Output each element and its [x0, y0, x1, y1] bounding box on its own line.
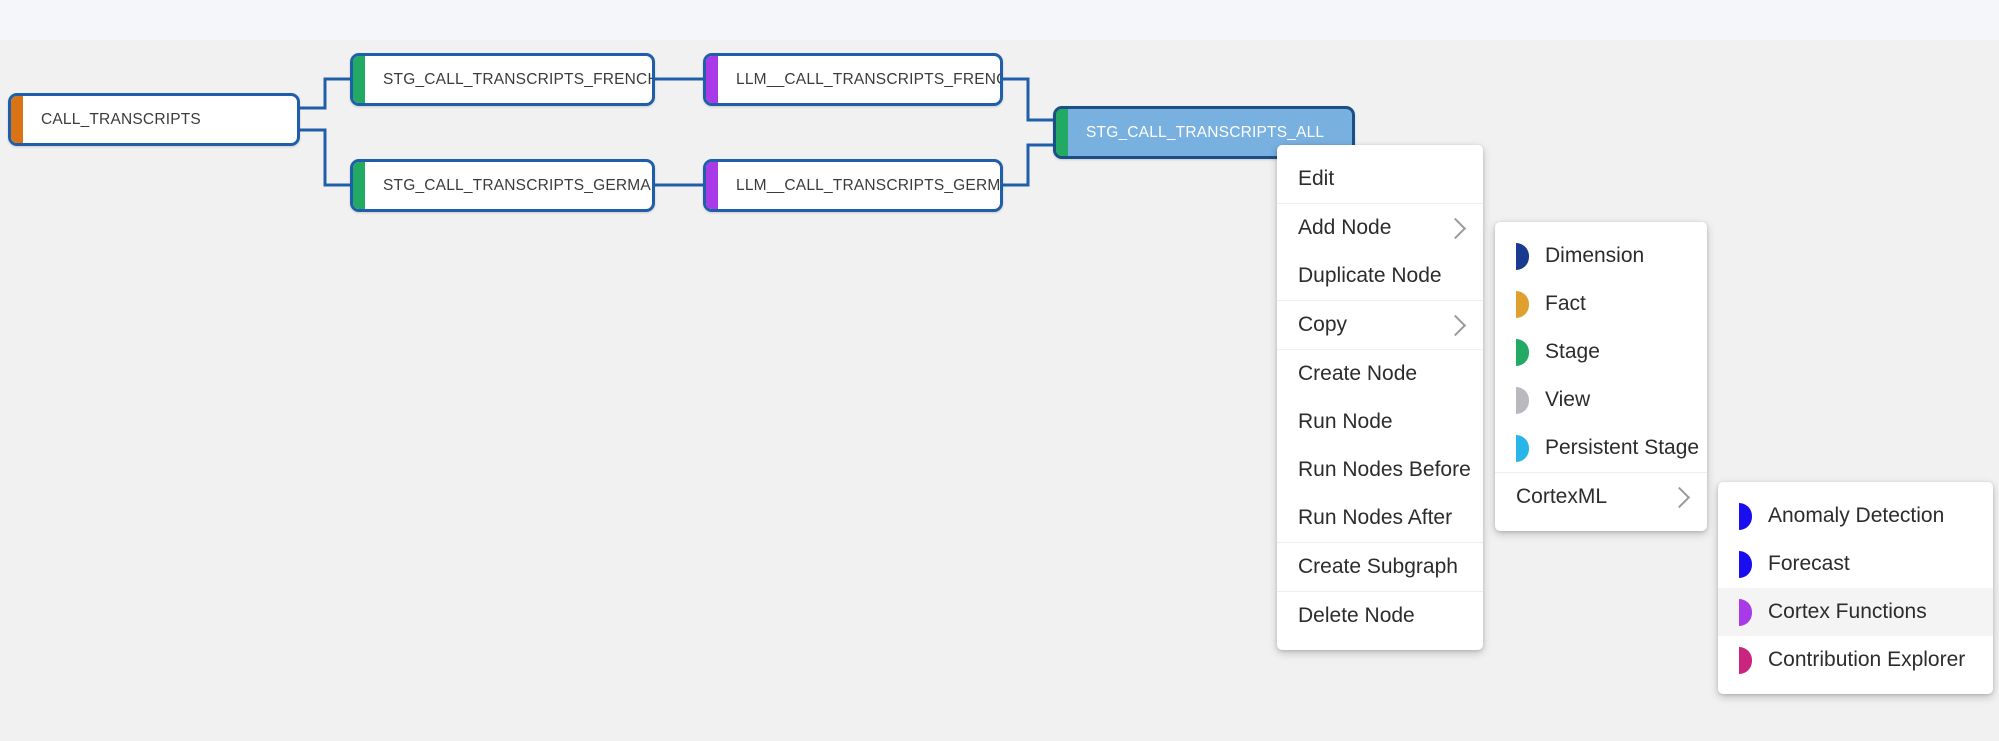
graph-node-llm-call-transcripts-french[interactable]: LLM__CALL_TRANSCRIPTS_FRENCH — [703, 53, 1003, 106]
cortexml-item-cortex-functions[interactable]: Cortex Functions — [1718, 588, 1993, 636]
add-node-item-dimension[interactable]: Dimension — [1495, 232, 1707, 280]
node-label: CALL_TRANSCRIPTS — [11, 111, 215, 129]
menu-item-label: Fact — [1545, 292, 1687, 316]
node-type-swatch-stage — [1516, 339, 1529, 366]
graph-node-call-transcripts[interactable]: CALL_TRANSCRIPTS — [8, 93, 300, 146]
menu-item-label: Create Subgraph — [1298, 555, 1463, 579]
menu-item-label: Add Node — [1298, 216, 1418, 240]
node-type-swatch-anomaly-detection — [1739, 503, 1752, 530]
menu-item-label: Run Nodes After — [1298, 506, 1463, 530]
node-type-accent-stage — [353, 56, 365, 103]
menu-item-label: Stage — [1545, 340, 1687, 364]
menu-item-add-node[interactable]: Add Node — [1277, 204, 1483, 252]
menu-item-label: Run Nodes Before — [1298, 458, 1471, 482]
menu-item-edit[interactable]: Edit — [1277, 155, 1483, 203]
cortexml-submenu[interactable]: Anomaly Detection Forecast Cortex Function… — [1718, 482, 1993, 694]
menu-item-label: Cortex Functions — [1768, 600, 1973, 624]
cortexml-item-forecast[interactable]: Forecast — [1718, 540, 1993, 588]
menu-group: CortexML — [1495, 472, 1707, 521]
node-label: STG_CALL_TRANSCRIPTS_GERMAN — [353, 177, 655, 195]
menu-item-label: Duplicate Node — [1298, 264, 1463, 288]
add-node-item-cortexml[interactable]: CortexML — [1495, 473, 1707, 521]
chevron-right-icon — [1445, 217, 1466, 238]
menu-item-delete-node[interactable]: Delete Node — [1277, 592, 1483, 640]
menu-group: Create Subgraph — [1277, 542, 1483, 591]
add-node-item-view[interactable]: View — [1495, 376, 1707, 424]
menu-item-label: Copy — [1298, 313, 1418, 337]
menu-item-create-node[interactable]: Create Node — [1277, 350, 1483, 398]
cortexml-item-contribution-explorer[interactable]: Contribution Explorer — [1718, 636, 1993, 684]
node-type-swatch-forecast — [1739, 551, 1752, 578]
menu-group: Anomaly Detection Forecast Cortex Function… — [1718, 492, 1993, 684]
menu-item-label: Forecast — [1768, 552, 1973, 576]
menu-item-label: Contribution Explorer — [1768, 648, 1973, 672]
menu-item-label: Delete Node — [1298, 604, 1463, 628]
menu-item-label: Persistent Stage — [1545, 436, 1699, 460]
menu-group: Create Node Run Node Run Nodes Before Run N… — [1277, 349, 1483, 542]
top-toolbar-strip — [0, 0, 1999, 40]
node-type-swatch-fact — [1516, 291, 1529, 318]
node-context-menu[interactable]: Edit Add Node Duplicate Node Copy Create Nod… — [1277, 145, 1483, 650]
node-type-swatch-view — [1516, 387, 1529, 414]
menu-item-label: Dimension — [1545, 244, 1687, 268]
menu-item-label: CortexML — [1516, 485, 1642, 509]
menu-item-label: Create Node — [1298, 362, 1463, 386]
add-node-submenu[interactable]: Dimension Fact Stage View Persistent Stage Co… — [1495, 222, 1707, 531]
menu-group: Dimension Fact Stage View Persistent Stage — [1495, 232, 1707, 472]
node-type-accent-stage — [1056, 109, 1068, 156]
menu-item-duplicate-node[interactable]: Duplicate Node — [1277, 252, 1483, 300]
add-node-item-stage[interactable]: Stage — [1495, 328, 1707, 376]
node-type-swatch-cortex-functions — [1739, 599, 1752, 626]
node-label: LLM__CALL_TRANSCRIPTS_FRENCH — [706, 71, 1003, 89]
graph-node-stg-call-transcripts-german[interactable]: STG_CALL_TRANSCRIPTS_GERMAN — [350, 159, 655, 212]
add-node-item-fact[interactable]: Fact — [1495, 280, 1707, 328]
menu-group: Add Node Duplicate Node — [1277, 203, 1483, 300]
chevron-right-icon — [1669, 486, 1690, 507]
menu-item-run-nodes-after[interactable]: Run Nodes After — [1277, 494, 1483, 542]
cortexml-item-anomaly-detection[interactable]: Anomaly Detection — [1718, 492, 1993, 540]
node-label: STG_CALL_TRANSCRIPTS_ALL — [1056, 124, 1338, 142]
node-type-accent-cortex-functions — [706, 162, 718, 209]
menu-item-label: Anomaly Detection — [1768, 504, 1973, 528]
add-node-item-persistent-stage[interactable]: Persistent Stage — [1495, 424, 1707, 472]
node-type-accent-stage — [353, 162, 365, 209]
dag-editor-screen: CALL_TRANSCRIPTS STG_CALL_TRANSCRIPTS_FRE… — [0, 0, 1999, 741]
node-label: LLM__CALL_TRANSCRIPTS_GERMAN — [706, 177, 1003, 195]
menu-item-label: Run Node — [1298, 410, 1463, 434]
node-type-accent-fact — [11, 96, 23, 143]
chevron-right-icon — [1445, 314, 1466, 335]
node-type-swatch-contribution-explorer — [1739, 647, 1752, 674]
menu-item-copy[interactable]: Copy — [1277, 301, 1483, 349]
menu-item-run-nodes-before[interactable]: Run Nodes Before — [1277, 446, 1483, 494]
node-type-accent-cortex-functions — [706, 56, 718, 103]
menu-item-label: Edit — [1298, 167, 1463, 191]
menu-group: Delete Node — [1277, 591, 1483, 640]
menu-item-run-node[interactable]: Run Node — [1277, 398, 1483, 446]
menu-group: Edit — [1277, 155, 1483, 203]
node-type-swatch-persistent-stage — [1516, 435, 1529, 462]
graph-node-llm-call-transcripts-german[interactable]: LLM__CALL_TRANSCRIPTS_GERMAN — [703, 159, 1003, 212]
graph-node-stg-call-transcripts-french[interactable]: STG_CALL_TRANSCRIPTS_FRENCH — [350, 53, 655, 106]
menu-group: Copy — [1277, 300, 1483, 349]
menu-item-label: View — [1545, 388, 1687, 412]
node-type-swatch-dimension — [1516, 243, 1529, 270]
node-label: STG_CALL_TRANSCRIPTS_FRENCH — [353, 71, 655, 89]
menu-item-create-subgraph[interactable]: Create Subgraph — [1277, 543, 1483, 591]
